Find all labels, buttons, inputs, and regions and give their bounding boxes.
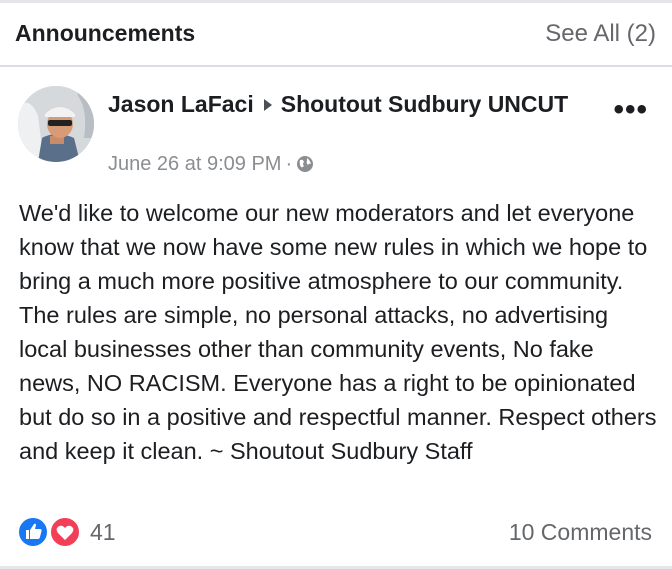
post-timestamp[interactable]: June 26 at 9:09 PM [108,153,281,175]
author-name-link[interactable]: Jason LaFaci [108,91,254,117]
post-body-text: We'd like to welcome our new moderators … [19,200,657,464]
announcements-header: Announcements See All (2) [0,3,672,67]
avatar-photo [18,86,94,162]
globe-icon [296,155,314,179]
comments-count-link[interactable]: 10 Comments [509,519,652,546]
group-name-link[interactable]: Shoutout Sudbury UNCUT [281,91,568,117]
see-all-link[interactable]: See All (2) [545,20,656,48]
reaction-icons[interactable] [17,516,83,548]
more-options-icon[interactable]: ••• [613,95,648,125]
post-meta: June 26 at 9:09 PM · [108,152,314,179]
love-icon [49,516,81,548]
like-icon [17,516,49,548]
meta-separator: · [285,153,293,175]
author-avatar[interactable] [18,86,94,162]
post-author-line: Jason LaFaci Shoutout Sudbury UNCUT [108,88,578,120]
reaction-count[interactable]: 41 [90,519,116,546]
section-title: Announcements [15,20,196,46]
caret-right-icon [263,98,272,111]
